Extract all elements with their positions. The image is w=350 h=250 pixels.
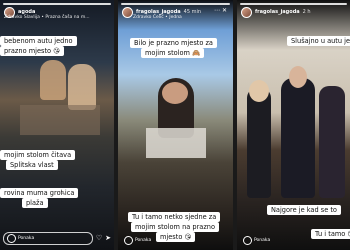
caption: plaža	[22, 198, 48, 208]
caption: Tu i tamo netko sjedne za	[128, 212, 221, 222]
reply-input[interactable]: Ponaka	[240, 235, 347, 246]
reply-placeholder: Ponaka	[135, 237, 152, 243]
reply-placeholder: Ponaka	[18, 235, 35, 241]
close-icon[interactable]: ✕	[222, 7, 229, 14]
story-panel-3[interactable]: fragolas_jagoda 2 h Slušajno u autu jedn…	[237, 0, 350, 250]
person-face	[289, 66, 307, 88]
person-figure	[40, 60, 66, 100]
person-figure	[68, 64, 96, 110]
timestamp: 45 min	[183, 9, 202, 15]
table-surface	[20, 105, 100, 135]
timestamp: 2 h	[302, 9, 311, 15]
story-panel-2[interactable]: fragolas_jagoda 45 min Zdravko Čelić • J…	[118, 0, 233, 250]
caption: Najgore je kad se to	[267, 205, 341, 215]
username[interactable]: fragolas_jagoda	[255, 9, 300, 15]
reply-input[interactable]: Ponaka	[3, 231, 93, 245]
camera-icon[interactable]	[124, 235, 133, 245]
location-label[interactable]: Zdravko Slavlija • Prazna čaša na m...	[4, 15, 90, 20]
progress-bar	[3, 3, 111, 5]
heart-icon[interactable]: ♡	[96, 234, 102, 242]
location-label[interactable]: Zdravko Čelić • Jedna	[133, 15, 182, 20]
person-figure	[319, 86, 345, 198]
header-actions: ⋯✕	[214, 7, 229, 14]
caption: Slušajno u autu jedno	[287, 36, 350, 46]
caption: Bilo je prazno mjesto za	[130, 38, 217, 48]
caption: mojim stolom 🙈	[141, 48, 205, 58]
caption: mojim stolom čitava	[0, 150, 76, 160]
caption: Splitska vlast	[6, 160, 58, 170]
caption: prazno mjesto 😘	[0, 46, 65, 56]
caption: rovina muma groћica	[0, 188, 79, 198]
more-icon[interactable]: ⋯	[214, 7, 222, 14]
avatar[interactable]	[122, 6, 133, 18]
send-icon[interactable]: ➤	[105, 234, 111, 242]
story-footer: Ponaka	[240, 234, 347, 246]
avatar[interactable]	[241, 6, 252, 18]
reply-placeholder: Ponaka	[254, 237, 271, 243]
person-figure	[281, 78, 315, 198]
reply-input[interactable]: Ponaka	[121, 235, 230, 246]
person-face	[249, 80, 269, 102]
story-header: fragolas_jagoda 2 h	[241, 6, 346, 18]
progress-bar	[121, 3, 230, 5]
person-figure	[247, 88, 271, 198]
story-footer: Ponaka ♡ ➤	[3, 231, 111, 245]
caption: mojim stolom na prazno	[131, 222, 220, 232]
person-face	[162, 82, 188, 104]
caption: bebenom autu jedno	[0, 36, 77, 46]
story-panel-1[interactable]: agoda Zdravko Slavlija • Prazna čaša na …	[0, 0, 114, 250]
table-surface	[146, 128, 206, 158]
camera-icon[interactable]	[7, 233, 16, 243]
story-footer: Ponaka	[121, 234, 230, 246]
camera-icon[interactable]	[243, 235, 252, 245]
progress-bar	[240, 3, 347, 5]
